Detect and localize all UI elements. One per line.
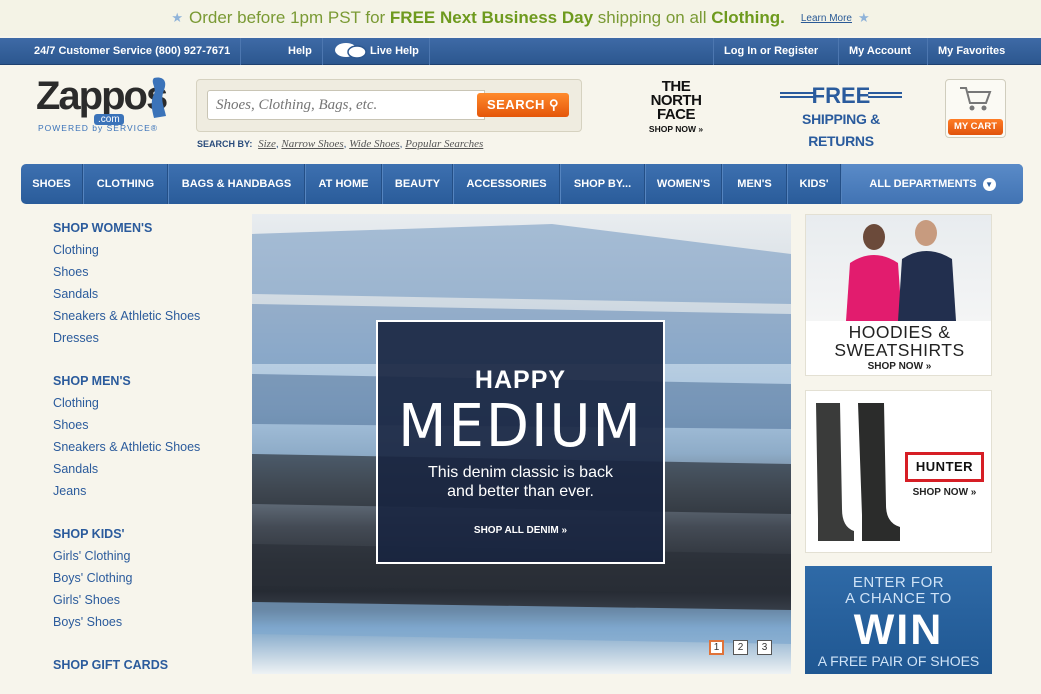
my-cart-button[interactable]: MY CART (945, 79, 1006, 138)
sidebar-link[interactable]: Boys' Clothing (53, 570, 238, 592)
hero-medium: MEDIUM (398, 392, 643, 461)
sidebar-link[interactable]: Sandals (53, 286, 238, 308)
sidebar-link[interactable]: Girls' Clothing (53, 548, 238, 570)
nav-shop-by[interactable]: SHOP BY... (561, 164, 645, 204)
sidebar-link[interactable]: Sneakers & Athletic Shoes (53, 439, 238, 461)
hero-banner[interactable]: HAPPY MEDIUM This denim classic is back … (252, 214, 791, 674)
sidebar-heading-gift-cards[interactable]: SHOP GIFT CARDS (53, 657, 238, 679)
logo-tagline: POWERED by SERVICE® (38, 123, 159, 133)
sidebar-link[interactable]: Boys' Shoes (53, 614, 238, 636)
sidebar-link[interactable]: Dresses (53, 330, 238, 352)
nav-beauty[interactable]: BEAUTY (383, 164, 453, 204)
hero-overlay: HAPPY MEDIUM This denim classic is back … (376, 320, 665, 564)
nav-bags-handbags[interactable]: BAGS & HANDBAGS (169, 164, 305, 204)
sidebar-link[interactable]: Sneakers & Athletic Shoes (53, 308, 238, 330)
learn-more-link[interactable]: Learn More (801, 13, 852, 24)
search-by-label: SEARCH BY: (197, 139, 253, 149)
sidebar-heading-mens[interactable]: SHOP MEN'S (53, 373, 238, 395)
tnf-shop-now: SHOP NOW » (648, 124, 704, 134)
divider (868, 92, 902, 98)
chevron-down-icon: ▼ (982, 177, 996, 191)
sidebar-link[interactable]: Shoes (53, 264, 238, 286)
win-line3: A FREE PAIR OF SHOES (817, 653, 980, 669)
tnf-line3: FACE (656, 106, 696, 123)
hero-line2: and better than ever. (447, 483, 594, 500)
star-icon: ★ (171, 10, 183, 25)
hunter-ad[interactable]: HUNTER SHOP NOW » (805, 390, 992, 553)
nav-kids[interactable]: KIDS' (788, 164, 841, 204)
sidebar-link[interactable]: Clothing (53, 242, 238, 264)
sidebar-link[interactable]: Girls' Shoes (53, 592, 238, 614)
sidebar-link[interactable]: Clothing (53, 395, 238, 417)
chat-bubble-icon (335, 43, 367, 59)
pager-button-2[interactable]: 2 (733, 640, 748, 655)
hunter-shop-now: SHOP NOW » (912, 487, 977, 498)
main-nav: SHOES CLOTHING BAGS & HANDBAGS AT HOME B… (21, 164, 1023, 204)
magnifier-icon: ⚲ (549, 97, 560, 112)
hero-pager: 1 2 3 (709, 640, 772, 655)
search-button-label: SEARCH (486, 97, 545, 112)
customer-service-phone: 24/7 Customer Service (800) 927-7671 (24, 38, 242, 65)
win-line2: A CHANCE TO (845, 590, 952, 607)
my-favorites-link[interactable]: My Favorites (927, 38, 1015, 65)
hunter-logo: HUNTER (905, 452, 984, 482)
promo-banner: ★ Order before 1pm PST for FREE Next Bus… (0, 0, 1041, 36)
zappos-logo[interactable]: Zappos .com POWERED by SERVICE® (36, 76, 171, 136)
win-title: WIN (853, 606, 944, 654)
live-help-label: Live Help (370, 45, 419, 57)
sidebar-link[interactable]: Shoes (53, 417, 238, 439)
all-departments-label: ALL DEPARTMENTS (869, 178, 977, 190)
hero-happy: HAPPY (474, 366, 567, 394)
sidebar-heading-womens[interactable]: SHOP WOMEN'S (53, 220, 238, 242)
hoodies-title-2: SWEATSHIRTS (834, 340, 965, 360)
pager-button-3[interactable]: 3 (757, 640, 772, 655)
nav-mens[interactable]: MEN'S (723, 164, 787, 204)
search-by: SEARCH BY: Size, Narrow Shoes, Wide Shoe… (197, 138, 484, 150)
utility-bar: 24/7 Customer Service (800) 927-7671 Hel… (0, 38, 1041, 65)
shoe-icon (151, 77, 166, 118)
hoodies-shop-now: SHOP NOW » (867, 361, 932, 372)
pager-button-1[interactable]: 1 (709, 640, 724, 655)
my-cart-label: MY CART (948, 119, 1003, 135)
nav-clothing[interactable]: CLOTHING (84, 164, 168, 204)
nav-at-home[interactable]: AT HOME (306, 164, 382, 204)
sidebar: SHOP WOMEN'S Clothing Shoes Sandals Snea… (53, 220, 238, 679)
hoodies-photo (806, 215, 991, 321)
nav-accessories[interactable]: ACCESSORIES (454, 164, 560, 204)
win-contest-ad[interactable]: ENTER FOR A CHANCE TO WIN A FREE PAIR OF… (805, 566, 992, 674)
nav-all-departments[interactable]: ALL DEPARTMENTS ▼ (842, 164, 1023, 204)
search-by-narrow-link[interactable]: Narrow Shoes (281, 138, 343, 150)
promo-message: Order before 1pm PST for FREE Next Busin… (188, 8, 785, 27)
shop-all-denim-link[interactable]: SHOP ALL DENIM » (378, 525, 663, 536)
divider (780, 92, 814, 98)
sidebar-link[interactable]: Jeans (53, 483, 238, 505)
search-button[interactable]: SEARCH ⚲ (477, 93, 569, 117)
sidebar-link[interactable]: Sandals (53, 461, 238, 483)
star-icon: ★ (858, 10, 870, 25)
rain-boots-image (816, 403, 900, 541)
login-link[interactable]: Log In or Register (713, 38, 828, 65)
shopping-cart-icon (960, 87, 992, 111)
nav-shoes[interactable]: SHOES (21, 164, 83, 204)
win-line1: ENTER FOR (852, 574, 945, 591)
search-by-wide-link[interactable]: Wide Shoes (349, 138, 399, 150)
free-shipping-subtitle: SHIPPING & RETURNS (802, 111, 880, 149)
nav-womens[interactable]: WOMEN'S (646, 164, 722, 204)
models-image (846, 220, 956, 321)
hero-line1: This denim classic is back (428, 464, 613, 481)
search-by-size-link[interactable]: Size (258, 138, 276, 150)
search-box: SEARCH ⚲ (196, 79, 582, 132)
hoodies-title-1: HOODIES & (848, 322, 951, 342)
hoodies-ad[interactable]: HOODIES & SWEATSHIRTS SHOP NOW » (805, 214, 992, 376)
live-help-link[interactable]: Live Help (324, 38, 430, 65)
search-input[interactable] (207, 90, 485, 120)
north-face-promo[interactable]: THE NORTH FACE SHOP NOW » (633, 79, 719, 135)
popular-searches-link[interactable]: Popular Searches (405, 138, 483, 150)
free-shipping-promo[interactable]: FREE SHIPPING & RETURNS (776, 84, 906, 152)
sidebar-heading-kids[interactable]: SHOP KIDS' (53, 526, 238, 548)
help-link[interactable]: Help (278, 38, 323, 65)
my-account-link[interactable]: My Account (838, 38, 921, 65)
